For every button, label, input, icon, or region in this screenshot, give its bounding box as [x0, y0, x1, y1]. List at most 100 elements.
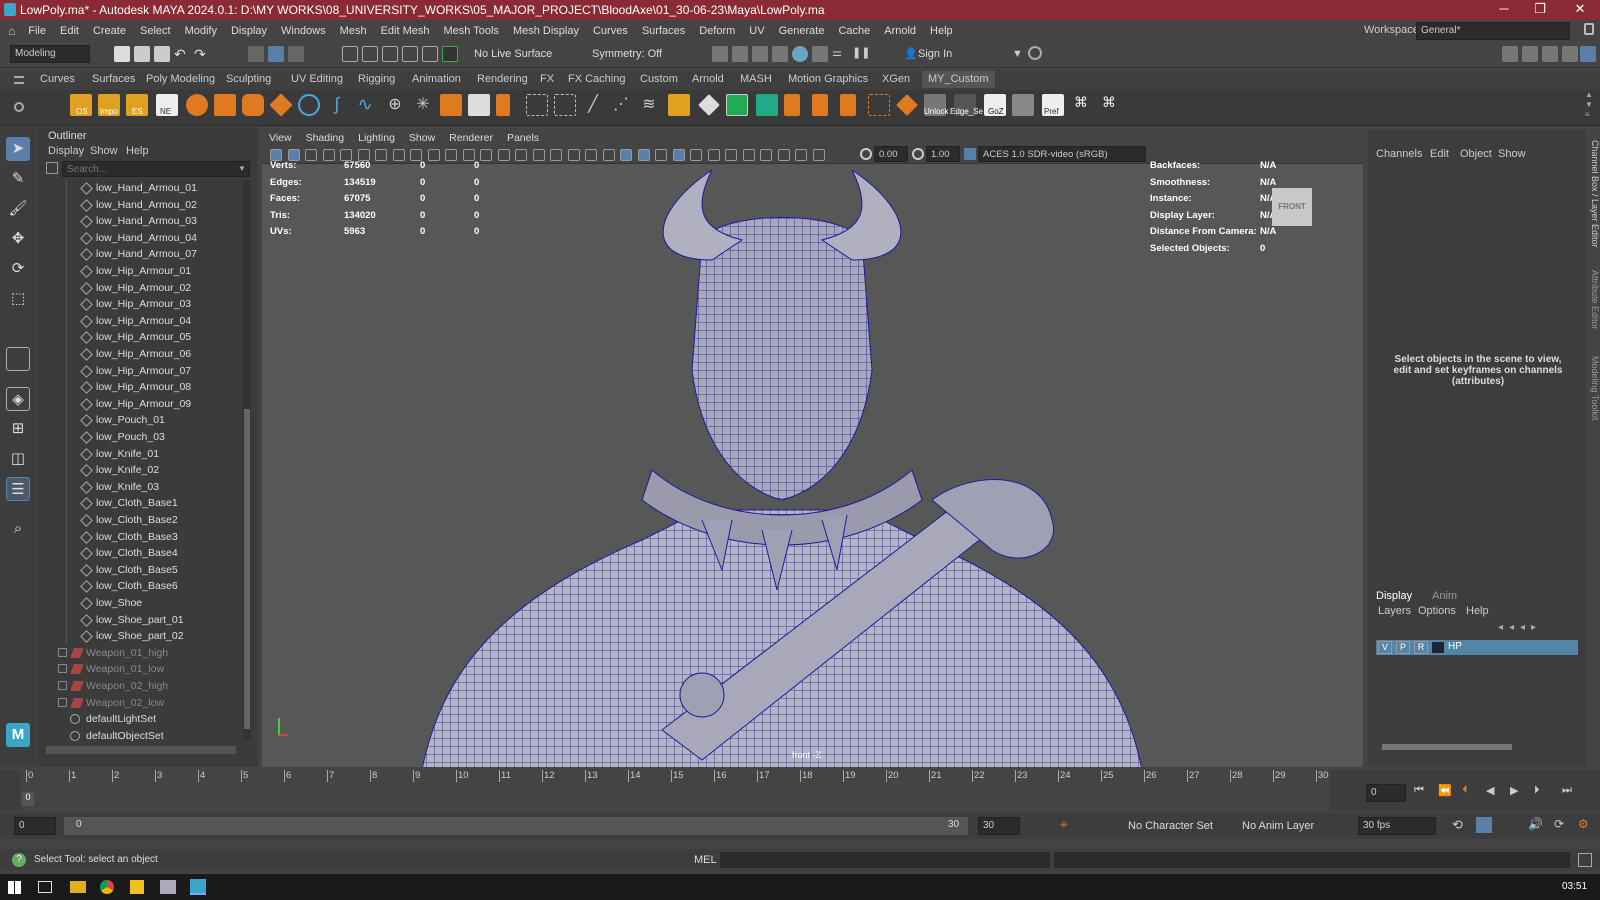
chrome-icon[interactable] [100, 880, 114, 894]
close-button[interactable]: ✕ [1562, 0, 1598, 20]
shelf-tab-fx-caching[interactable]: FX Caching [568, 73, 625, 85]
sticky-notes-icon[interactable] [130, 880, 144, 894]
viewport-toolbar-icon[interactable] [707, 149, 720, 161]
lock-icon[interactable] [1584, 23, 1594, 35]
viewport-toolbar-icon[interactable] [655, 149, 667, 161]
extrude-icon[interactable] [668, 94, 690, 116]
outliner-item[interactable]: low_Pouch_01 [38, 412, 243, 429]
undo-icon[interactable]: ↶ [174, 46, 190, 62]
outliner-item[interactable]: low_Knife_03 [38, 478, 243, 495]
viewport-toolbar-icon[interactable] [532, 149, 545, 161]
outliner-group[interactable]: Weapon_02_high [38, 678, 243, 694]
outliner-group[interactable]: Weapon_01_low [38, 661, 243, 677]
separate-icon[interactable] [468, 94, 490, 116]
combine-icon[interactable] [440, 94, 462, 116]
paint-select-icon[interactable]: 🖌 [6, 197, 30, 221]
live-surface-field[interactable]: No Live Surface [474, 48, 552, 60]
outliner-item[interactable]: low_Shoe [38, 595, 243, 611]
channels-menu[interactable]: Channels [1376, 148, 1422, 160]
outliner-item[interactable]: low_Knife_01 [38, 445, 243, 462]
menu-modify[interactable]: Modify [178, 25, 224, 37]
outliner-vscroll-thumb[interactable] [244, 409, 250, 729]
deform-icon[interactable] [784, 94, 800, 116]
outliner-item[interactable]: low_Hip_Armour_03 [38, 296, 243, 313]
windows-start-icon[interactable] [8, 881, 21, 894]
viewport-toolbar-icon[interactable] [777, 149, 790, 161]
command-input[interactable] [720, 852, 1050, 868]
outliner-toggle-icon[interactable] [1522, 46, 1538, 62]
playblast-icon[interactable] [812, 46, 828, 62]
shelf-tab-uv-editing[interactable]: UV Editing [291, 73, 343, 85]
shelf-tab-sculpting[interactable]: Sculpting [226, 73, 271, 85]
center-pivot-icon[interactable]: ⊕ [384, 94, 406, 116]
menu-arnold[interactable]: Arnold [877, 25, 923, 37]
outliner-item[interactable]: low_Hand_Armou_01 [38, 180, 243, 196]
menu-help[interactable]: Help [923, 25, 960, 37]
character-set-field[interactable]: No Character Set [1128, 820, 1213, 832]
python-script-2-icon[interactable]: ⌘ [1098, 94, 1120, 116]
channel-box-icon[interactable] [1562, 46, 1578, 62]
printer-app-icon[interactable] [160, 880, 176, 894]
outliner-item[interactable]: low_Hip_Armour_02 [38, 279, 243, 296]
shelf-tab-my-custom[interactable]: MY_Custom [922, 71, 995, 88]
viewport-toolbar-icon[interactable] [795, 149, 807, 161]
outliner-menu-display[interactable]: Display [48, 145, 84, 157]
go-to-start-icon[interactable]: ⏮ [1414, 784, 1424, 797]
nurbs-circle-icon[interactable] [298, 94, 320, 116]
render-view-icon[interactable] [712, 46, 728, 62]
menu-curves[interactable]: Curves [586, 25, 635, 37]
hypershade-icon[interactable]: ⚌ [832, 46, 848, 62]
script-editor-icon[interactable] [1578, 853, 1592, 867]
menu-surfaces[interactable]: Surfaces [635, 25, 692, 37]
key-ticks-icon[interactable] [1476, 817, 1492, 833]
viewport-toolbar-icon[interactable] [550, 149, 562, 161]
viewport-toolbar-icon[interactable] [690, 149, 702, 161]
snap-curve-icon[interactable] [362, 46, 378, 62]
shelf-menu-icon[interactable] [14, 76, 24, 84]
display-tab[interactable]: Display [1376, 590, 1412, 602]
workspace-select[interactable]: General* [1416, 22, 1570, 40]
select-component-icon[interactable] [288, 46, 304, 62]
search-dropdown-icon[interactable]: ▼ [238, 164, 246, 173]
time-slider[interactable]: 0 1 2 3 4 5 6 7 8 9 10 11 12 13 14 15 16 17 18 19 20 21 22 23 24… [0, 770, 1600, 810]
snap-live-icon[interactable] [442, 46, 458, 62]
maya-taskbar-icon[interactable] [190, 879, 206, 895]
anim-prefs-icon[interactable]: ⟳ [1554, 817, 1564, 831]
expand-plus-icon[interactable] [58, 681, 67, 690]
menu-deform[interactable]: Deform [692, 25, 742, 37]
edit-menu[interactable]: Edit [1430, 148, 1449, 160]
outliner-item[interactable]: low_Hip_Armour_06 [38, 346, 243, 362]
side-tab-channel-box[interactable]: Channel Box / Layer Editor [1590, 140, 1600, 248]
viewport-toolbar-icon[interactable] [760, 149, 772, 161]
viewport-menu-lighting[interactable]: Lighting [351, 130, 402, 146]
layer-editor-icon[interactable] [1580, 46, 1596, 62]
viewport-toolbar-icon[interactable] [620, 149, 632, 161]
anim-tab[interactable]: Anim [1432, 590, 1457, 602]
side-tab-attribute-editor[interactable]: Attribute Editor [1590, 270, 1600, 330]
viewport-menu-shading[interactable]: Shading [299, 130, 352, 146]
outliner-layout-icon[interactable]: ☰ [6, 477, 30, 501]
layer-color-swatch[interactable] [1432, 642, 1444, 653]
current-time-marker[interactable]: 0 [22, 792, 34, 806]
outliner-item[interactable]: low_Hip_Armour_01 [38, 263, 243, 279]
outliner-hscrollbar[interactable] [46, 746, 236, 754]
loop-icon[interactable]: ⟲ [1452, 817, 1463, 833]
select-hierarchy-icon[interactable] [248, 46, 264, 62]
snap-point-icon[interactable] [382, 46, 398, 62]
viewport-menu-view[interactable]: View [262, 130, 299, 146]
menu-create[interactable]: Create [86, 25, 133, 37]
script-language-label[interactable]: MEL [694, 854, 717, 866]
outliner-item[interactable]: low_Hand_Armou_04 [38, 229, 243, 246]
layer-reference-toggle[interactable]: R [1414, 641, 1428, 654]
shelf-tab-poly-modeling[interactable]: Poly Modeling [146, 73, 215, 85]
shelf-tab-fx[interactable]: FX [540, 73, 554, 85]
outliner-item[interactable]: low_Shoe_part_01 [38, 611, 243, 628]
viewport-toolbar-icon[interactable] [497, 149, 510, 161]
open-scene-icon[interactable] [134, 46, 150, 62]
menu-windows[interactable]: Windows [274, 25, 333, 37]
viewport-toolbar-icon[interactable] [812, 149, 825, 161]
bounding-box-icon[interactable] [526, 94, 548, 116]
layer-playback-toggle[interactable]: P [1396, 641, 1410, 654]
help-menu[interactable]: Help [1466, 605, 1489, 617]
single-pane-layout-icon[interactable] [6, 347, 30, 371]
